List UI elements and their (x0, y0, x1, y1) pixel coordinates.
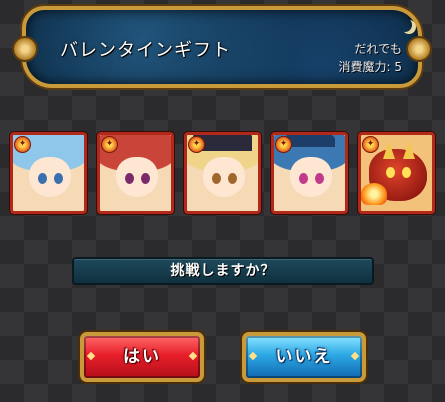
eye-shape (141, 173, 150, 184)
eye-shape (299, 173, 308, 184)
fire-element-icon: ✦ (188, 136, 205, 153)
eye-shape (228, 173, 237, 184)
flame-shape (361, 183, 387, 205)
party-member-card[interactable]: ✦ (10, 132, 87, 214)
eye-shape (402, 167, 411, 178)
quest-eligibility: だれでも (354, 42, 402, 56)
dragon-horn-shape (403, 141, 415, 159)
party-member-card[interactable]: ✦ (358, 132, 435, 214)
eye-shape (212, 173, 221, 184)
quest-mana-cost: 消費魔力: 5 (338, 60, 403, 74)
quest-title: バレンタインギフト (60, 40, 231, 61)
gem-ornament-icon (188, 351, 198, 361)
fire-element-icon: ✦ (275, 136, 292, 153)
fire-element-icon: ✦ (101, 136, 118, 153)
eye-shape (125, 173, 134, 184)
gem-ornament-icon (86, 351, 96, 361)
eye-shape (386, 167, 395, 178)
quest-header-banner: バレンタインギフト だれでも 消費魔力: 5 (12, 6, 432, 88)
face-shape (29, 157, 71, 197)
fire-element-icon: ✦ (362, 136, 379, 153)
face-shape (203, 157, 245, 197)
party-member-card[interactable]: ✦ (184, 132, 261, 214)
no-button-label: いいえ (275, 347, 333, 367)
eye-shape (54, 173, 63, 184)
eye-shape (315, 173, 324, 184)
challenge-prompt: 挑戦しますか？ (72, 257, 374, 285)
face-shape (116, 157, 158, 197)
crescent-moon-icon (398, 18, 412, 32)
fire-element-icon: ✦ (14, 136, 31, 153)
face-shape (290, 157, 332, 197)
party-row: ✦ ✦ ✦ ✦ ✦ (10, 132, 435, 214)
quest-meta: だれでも 消費魔力: 5 (339, 40, 403, 76)
party-member-card[interactable]: ✦ (97, 132, 174, 214)
eye-shape (38, 173, 47, 184)
yes-button-label: はい (123, 347, 161, 367)
no-button[interactable]: いいえ (242, 332, 366, 382)
party-member-card[interactable]: ✦ (271, 132, 348, 214)
yes-button[interactable]: はい (80, 332, 204, 382)
dragon-horn-shape (383, 141, 395, 159)
gem-ornament-icon (350, 351, 360, 361)
gem-ornament-icon (248, 351, 258, 361)
